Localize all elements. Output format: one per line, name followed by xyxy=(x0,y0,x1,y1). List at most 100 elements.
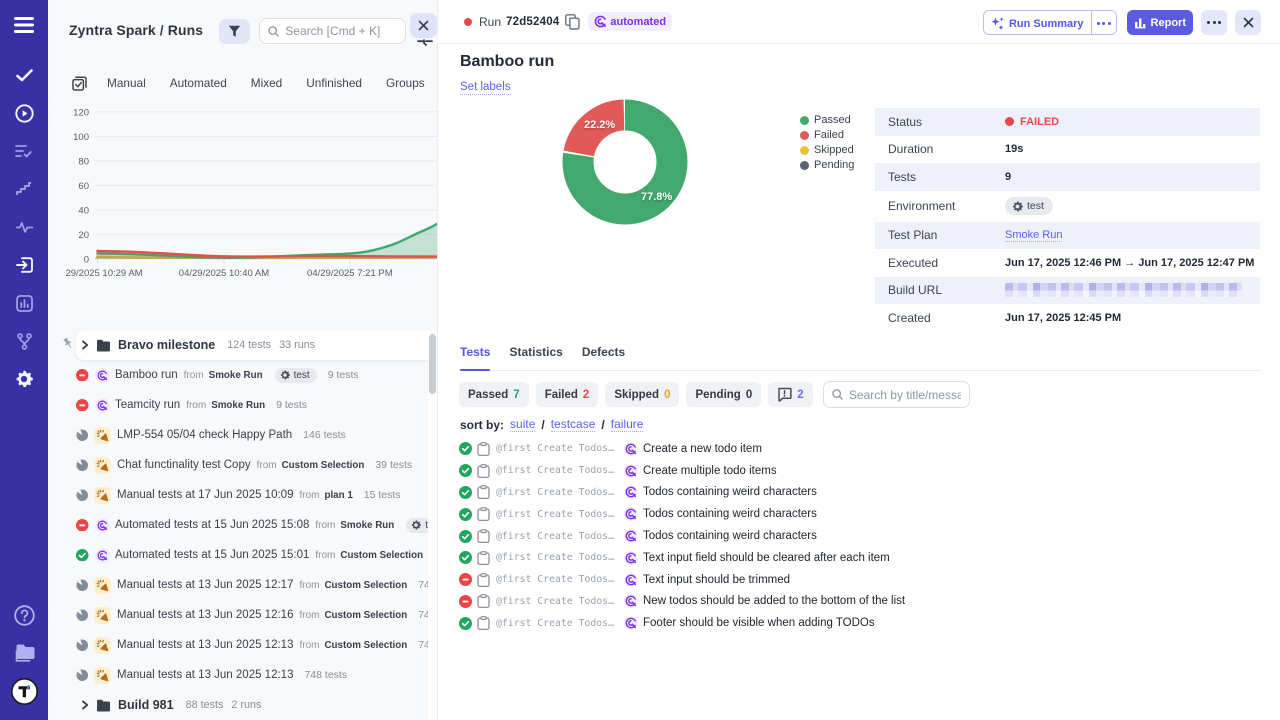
test-row[interactable]: @first Create Todos… Text input field sh… xyxy=(459,547,1270,569)
test-row[interactable]: @first Create Todos… Todos containing we… xyxy=(459,525,1270,547)
run-title: Manual tests at 17 Jun 2025 10:09 xyxy=(117,489,293,501)
details-label: Test Plan xyxy=(875,228,1005,242)
help-circle-icon[interactable] xyxy=(0,596,48,634)
failed-icon xyxy=(459,573,472,586)
tab-manual[interactable]: Manual xyxy=(107,76,146,90)
filter-chip[interactable]: Pending 0 xyxy=(686,382,761,407)
run-status-icon xyxy=(76,639,89,652)
run-list-item[interactable]: LMP-554 05/04 check Happy Path 146 tests… xyxy=(48,420,437,450)
run-list-item[interactable]: Build 981 88 tests 2 runs Build 981 88 t… xyxy=(48,690,437,720)
run-details-table: Status FAILED FAILED FAILED FAILED Durat… xyxy=(875,108,1260,332)
run-status-icon xyxy=(76,609,89,622)
tests-search-input[interactable] xyxy=(849,388,961,402)
run-summary-button[interactable]: Run Summary xyxy=(984,11,1091,35)
run-list-item[interactable]: Bamboo run 9 tests Bamboo run from Smoke… xyxy=(48,360,437,390)
runs-panel-header: Zyntra Spark/Runs xyxy=(48,0,437,62)
run-title: LMP-554 05/04 check Happy Path xyxy=(117,429,292,441)
steps-icon[interactable] xyxy=(0,170,48,208)
run-list-item[interactable]: Teamcity run 9 tests Teamcity run from S… xyxy=(48,390,437,420)
filter-chip[interactable]: Skipped 0 xyxy=(605,382,679,407)
git-branch-icon[interactable] xyxy=(0,322,48,360)
clipboard-icon xyxy=(477,464,490,478)
test-row[interactable]: @first Create Todos… Todos containing we… xyxy=(459,503,1270,525)
list-check-icon[interactable] xyxy=(0,132,48,170)
tab-unfinished[interactable]: Unfinished xyxy=(306,76,362,90)
test-row[interactable]: @first Create Todos… Create a new todo i… xyxy=(459,438,1270,460)
scrollbar-track[interactable] xyxy=(428,330,437,720)
chevron-right-icon[interactable] xyxy=(80,700,90,710)
scrollbar-thumb[interactable] xyxy=(429,334,436,394)
run-list-item[interactable]: Manual tests at 13 Jun 2025 12:13 748 te… xyxy=(48,660,437,690)
panel-close-button[interactable] xyxy=(410,13,437,38)
test-plan-link[interactable]: Smoke Run xyxy=(1005,229,1062,242)
run-list-item[interactable]: Bravo milestone 124 tests 33 runs Bravo … xyxy=(48,330,437,360)
select-all-icon[interactable] xyxy=(72,76,87,91)
filter-chip[interactable]: 2 xyxy=(768,382,812,407)
menu-icon[interactable] xyxy=(0,10,48,40)
more-actions-button[interactable] xyxy=(1201,10,1227,35)
details-row: Created Jun 17, 2025 12:45 PM Jun 17, 20… xyxy=(875,304,1260,332)
automated-icon xyxy=(624,594,638,608)
details-row: Environment test test test test xyxy=(875,191,1260,222)
test-list: @first Create Todos… Create a new todo i… xyxy=(459,438,1270,634)
folder-icon[interactable] xyxy=(0,634,48,672)
filter-chip[interactable]: Failed 2 xyxy=(536,382,599,407)
detail-tab[interactable]: Tests xyxy=(460,345,490,370)
funnel-icon xyxy=(228,25,241,38)
sort-by-testcase[interactable]: testcase xyxy=(551,417,596,432)
chevron-right-icon[interactable] xyxy=(80,340,90,350)
test-row[interactable]: @first Create Todos… New todos should be… xyxy=(459,591,1270,613)
tab-groups[interactable]: Groups xyxy=(386,76,425,90)
run-type-pill[interactable]: automated xyxy=(588,12,672,31)
box-arrow-in-icon[interactable] xyxy=(0,246,48,284)
close-run-button[interactable] xyxy=(1235,10,1261,35)
test-row[interactable]: @first Create Todos… Footer should be vi… xyxy=(459,612,1270,634)
automated-icon xyxy=(97,550,108,561)
failed-icon xyxy=(76,399,89,412)
run-type-icon xyxy=(95,518,110,533)
group-run-count: 2 runs xyxy=(231,699,261,711)
filter-button[interactable] xyxy=(219,19,250,44)
sort-by-failure[interactable]: failure xyxy=(611,417,644,432)
chip-count: 0 xyxy=(664,389,670,401)
automated-icon xyxy=(624,507,638,521)
run-list-item[interactable]: Automated tests at 15 Jun 2025 15:01 Aut… xyxy=(48,540,437,570)
filter-chip[interactable]: Passed 7 xyxy=(459,382,529,407)
run-list-item[interactable]: Manual tests at 17 Jun 2025 10:09 15 tes… xyxy=(48,480,437,510)
test-row[interactable]: @first Create Todos… Create multiple tod… xyxy=(459,460,1270,482)
play-circle-icon[interactable] xyxy=(0,94,48,132)
copy-icon[interactable] xyxy=(565,14,580,30)
bar-chart-icon[interactable] xyxy=(0,284,48,322)
detail-tab[interactable]: Defects xyxy=(582,345,625,370)
folder-icon xyxy=(96,699,111,712)
report-button[interactable]: Report xyxy=(1127,10,1193,35)
run-summary-more-button[interactable] xyxy=(1091,11,1116,35)
check-icon[interactable] xyxy=(0,56,48,94)
test-row[interactable]: @first Create Todos… Todos containing we… xyxy=(459,482,1270,504)
set-labels-link[interactable]: Set labels xyxy=(460,81,511,95)
tab-automated[interactable]: Automated xyxy=(170,76,227,90)
run-list-item[interactable]: Manual tests at 13 Jun 2025 12:17 748 te… xyxy=(48,570,437,600)
manual-icon xyxy=(96,459,109,472)
from-plan-name: Custom Selection xyxy=(324,640,407,651)
activity-icon[interactable] xyxy=(0,208,48,246)
runs-area-chart: 02040608010012004/29/2025 10:29 AM04/29/… xyxy=(66,96,438,284)
run-list-item[interactable]: Chat functinality test Copy 39 tests Cha… xyxy=(48,450,437,480)
environment-name: test xyxy=(1027,200,1044,212)
svg-text:04/29/2025 10:40 AM: 04/29/2025 10:40 AM xyxy=(179,268,269,279)
manual-icon xyxy=(96,579,109,592)
tab-mixed[interactable]: Mixed xyxy=(251,76,282,90)
run-list-item[interactable]: Automated tests at 15 Jun 2025 15:08 9 t… xyxy=(48,510,437,540)
testomat-logo[interactable] xyxy=(0,672,48,710)
test-row[interactable]: @first Create Todos… Text input should b… xyxy=(459,569,1270,591)
group-test-count: 88 tests xyxy=(186,699,224,711)
sort-by-suite[interactable]: suite xyxy=(510,417,535,432)
run-from: from Smoke Run xyxy=(309,520,394,531)
detail-tab[interactable]: Statistics xyxy=(509,345,562,370)
run-list-item[interactable]: Manual tests at 13 Jun 2025 12:13 747 te… xyxy=(48,630,437,660)
from-plan-name: Smoke Run xyxy=(211,400,265,411)
test-suite: @first Create Todos… xyxy=(496,531,614,542)
panel-search-input[interactable] xyxy=(285,24,397,38)
run-list-item[interactable]: Manual tests at 13 Jun 2025 12:16 748 te… xyxy=(48,600,437,630)
gear-icon[interactable] xyxy=(0,360,48,398)
